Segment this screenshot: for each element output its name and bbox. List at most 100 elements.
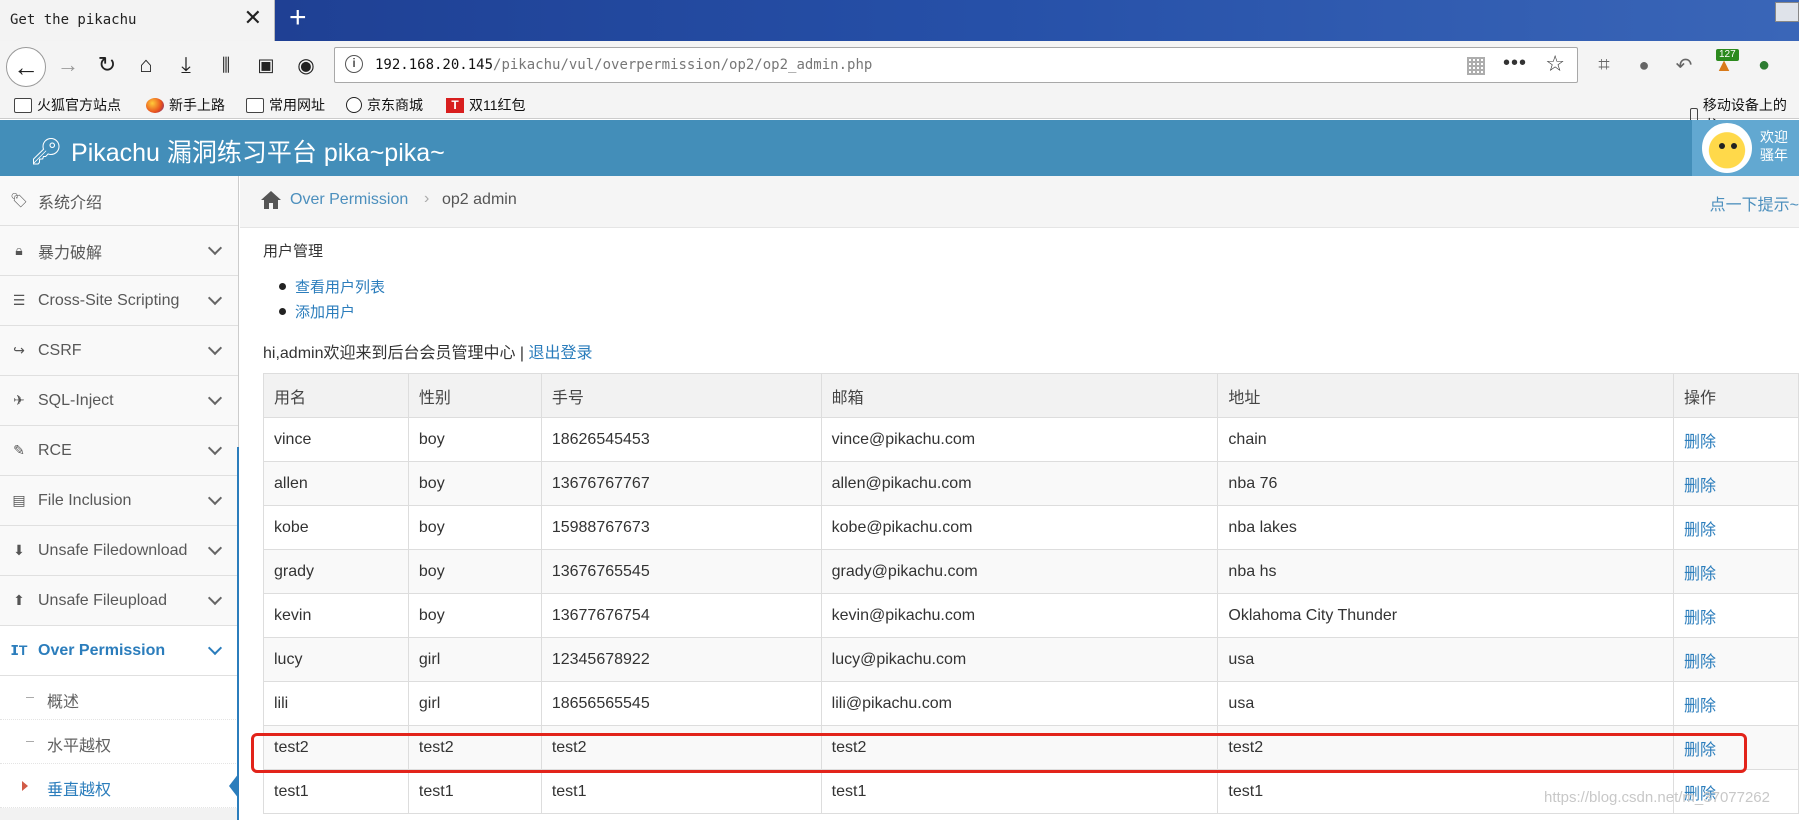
sidebar-item-sqli[interactable]: ✈ SQL-Inject (0, 376, 238, 426)
sidebar-active-border (237, 447, 239, 820)
cell-email: lili@pikachu.com (820, 681, 1219, 726)
account-icon[interactable]: ◉ (290, 49, 322, 81)
pencil-icon: ✎ (13, 442, 25, 458)
library-icon[interactable]: ⫼ (210, 49, 242, 81)
cell-address: usa (1217, 637, 1675, 682)
folder-icon (14, 97, 32, 113)
window-minimize-button[interactable] (1775, 2, 1799, 22)
tab-close-icon[interactable]: ✕ (244, 7, 262, 29)
breadcrumb-link-over-permission[interactable]: Over Permission (290, 191, 408, 209)
site-title-text: Pikachu 漏洞练习平台 pika~pika~ (71, 139, 445, 167)
sidebar-item-file-inclusion[interactable]: ▤ File Inclusion (0, 476, 238, 526)
delete-link[interactable]: 删除 (1684, 434, 1716, 451)
add-user-link[interactable]: 添加用户 (295, 304, 355, 321)
breadcrumb: Over Permission › op2 admin 点一下提示~ (240, 176, 1799, 228)
sidebar-item-bruteforce[interactable]: 🔒︎ 暴力破解 (0, 226, 238, 276)
section-title: 用户管理 (263, 243, 324, 260)
firefox-icon (146, 97, 164, 113)
column-header-address: 地址 (1217, 373, 1675, 418)
bookmark-label: 火狐官方站点 (37, 97, 121, 113)
logout-link[interactable]: 退出登录 (529, 345, 593, 362)
sidebar-item-rce[interactable]: ✎ RCE (0, 426, 238, 476)
user-menu[interactable]: 欢迎 骚年 (1692, 120, 1799, 176)
home-button-icon[interactable]: ⌂ (130, 49, 162, 81)
cell-gender: boy (407, 417, 542, 462)
cell-gender: girl (407, 681, 542, 726)
sidebar-toggle-icon[interactable]: ▣ (250, 49, 282, 81)
sidebar-item-xss[interactable]: ☰ Cross-Site Scripting (0, 276, 238, 326)
sidebar-item-over-permission[interactable]: ⵊT Over Permission (0, 626, 238, 676)
submenu-item-vertical[interactable]: 垂直越权 (0, 764, 239, 808)
view-user-list-link[interactable]: 查看用户列表 (295, 279, 385, 296)
browser-tab-bar: Get the pikachu ✕ + (0, 0, 1799, 41)
cell-address: chain (1217, 417, 1675, 462)
column-header-gender: 性别 (407, 373, 542, 418)
delete-link[interactable]: 删除 (1684, 522, 1716, 539)
list-item: 添加用户 (279, 301, 385, 326)
undo-icon[interactable]: ↶ (1668, 49, 1700, 81)
cell-phone: 13677676754 (540, 593, 822, 638)
bookmark-item[interactable]: 常用网址 (246, 95, 325, 115)
cell-username: grady (263, 549, 409, 594)
sidebar-item-label: Over Permission (38, 641, 166, 659)
submenu-item-overview[interactable]: 概述 (0, 676, 238, 720)
address-bar[interactable]: i 192.168.20.145/pikachu/vul/overpermiss… (334, 47, 1578, 83)
cell-username: test2 (263, 725, 409, 770)
cell-username: lucy (263, 637, 409, 682)
cell-phone: test1 (540, 769, 822, 814)
chat-icon[interactable]: ● (1628, 49, 1660, 81)
table-row: grady boy 13676765545 grady@pikachu.com nba … (263, 549, 1799, 594)
browser-tab[interactable]: Get the pikachu ✕ (0, 0, 275, 41)
chevron-down-icon (207, 640, 223, 656)
bookmark-item[interactable]: 新手上路 (146, 95, 225, 115)
cell-email: allen@pikachu.com (820, 461, 1219, 506)
cell-action: 删除 (1673, 681, 1799, 726)
url-text: 192.168.20.145/pikachu/vul/overpermissio… (375, 57, 872, 73)
welcome-text: 欢迎 骚年 (1760, 128, 1788, 164)
chevron-down-icon (207, 340, 223, 356)
avatar (1702, 123, 1752, 173)
bookmark-item[interactable]: 京东商城 (346, 95, 423, 115)
reload-icon[interactable]: ↻ (91, 49, 123, 81)
submenu-item-horizontal[interactable]: 水平越权 (0, 720, 238, 764)
sidebar-item-intro[interactable]: 🏷︎ 系统介绍 (0, 176, 238, 226)
upload-icon: ⬆ (13, 592, 25, 608)
delete-link[interactable]: 删除 (1684, 478, 1716, 495)
back-button[interactable]: ← (6, 47, 46, 87)
sidebar-item-csrf[interactable]: ↪ CSRF (0, 326, 238, 376)
table-row: lili girl 18656565545 lili@pikachu.com usa 删除 (263, 681, 1799, 726)
sidebar-item-fileupload[interactable]: ⬆ Unsafe Fileupload (0, 576, 238, 626)
site-info-icon[interactable]: i (345, 55, 363, 73)
cell-action: 删除 (1673, 505, 1799, 550)
delete-link[interactable]: 删除 (1684, 566, 1716, 583)
delete-link[interactable]: 删除 (1684, 654, 1716, 671)
delete-link[interactable]: 删除 (1684, 610, 1716, 627)
plane-icon: ✈ (13, 392, 25, 408)
forward-button[interactable]: → (52, 49, 84, 81)
extension-icon[interactable]: ● (1748, 49, 1780, 81)
bookmark-label: 京东商城 (367, 97, 423, 113)
cell-action: 删除 (1673, 549, 1799, 594)
sidebar: 🏷︎ 系统介绍 🔒︎ 暴力破解 ☰ Cross-Site Scripting ↪… (0, 176, 239, 820)
welcome-line-1: 欢迎 (1760, 129, 1788, 145)
bookmark-star-icon[interactable]: ☆ (1545, 51, 1565, 77)
delete-link[interactable]: 删除 (1684, 742, 1716, 759)
tags-icon: 🏷︎ (10, 192, 28, 208)
downloads-icon[interactable]: ⤓ (170, 49, 202, 81)
hint-link[interactable]: 点一下提示~ (1710, 191, 1799, 215)
page-actions-icon[interactable]: ••• (1503, 52, 1527, 75)
site-title[interactable]: 🔑︎ Pikachu 漏洞练习平台 pika~pika~ (30, 133, 445, 169)
bookmark-item[interactable]: T 双11红包 (446, 95, 526, 115)
new-tab-button[interactable]: + (289, 3, 307, 33)
delete-link[interactable]: 删除 (1684, 698, 1716, 715)
sidebar-item-filedownload[interactable]: ⬇ Unsafe Filedownload (0, 526, 238, 576)
home-icon[interactable] (260, 190, 282, 210)
qr-code-icon[interactable] (1467, 57, 1485, 75)
bookmark-item[interactable]: 火狐官方站点 (14, 95, 121, 115)
cell-email: lucy@pikachu.com (820, 637, 1219, 682)
breadcrumb-current: op2 admin (442, 191, 517, 208)
cell-phone: 18656565545 (540, 681, 822, 726)
addon-icon[interactable]: ▲ 127 (1708, 49, 1740, 81)
tab-title: Get the pikachu (10, 12, 137, 28)
crop-icon[interactable]: ⌗ (1588, 49, 1620, 81)
